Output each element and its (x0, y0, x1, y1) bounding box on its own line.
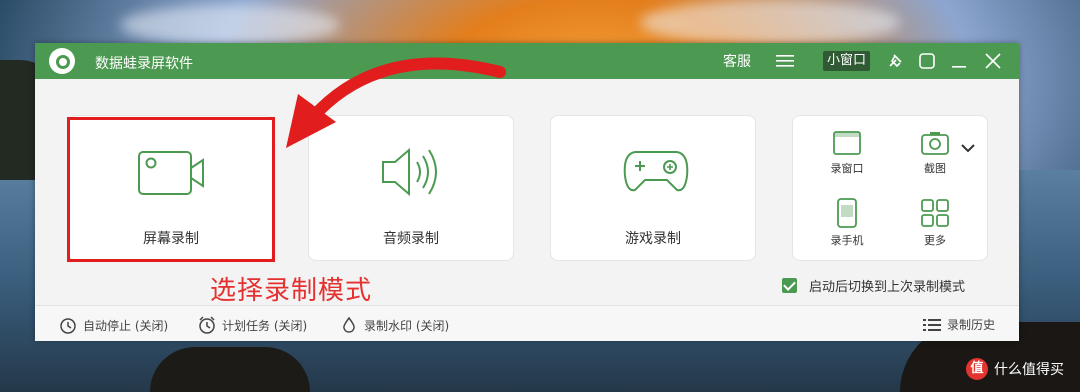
game-recording-label: 游戏录制 (625, 231, 681, 247)
auto-stop-button[interactable]: 自动停止 (关闭) (59, 316, 168, 334)
schedule-button[interactable]: 计划任务 (关闭) (198, 316, 307, 334)
clock-icon (60, 318, 76, 334)
red-arrow-annotation (286, 57, 506, 148)
screenshot-label: 截图 (924, 162, 946, 175)
mini-window-button[interactable]: 小窗口 (823, 51, 871, 71)
checkbox-icon[interactable] (782, 278, 797, 293)
screenshot-tool[interactable]: 截图 (905, 130, 965, 176)
screenshot-icon (921, 132, 949, 155)
record-window-tool[interactable]: 录窗口 (817, 130, 877, 176)
cloud (640, 0, 900, 45)
customer-service-button[interactable]: 客服 (723, 43, 751, 79)
more-tool[interactable]: 更多 (905, 198, 965, 248)
tools-card: 录窗口 截图 录手机 更多 (792, 115, 988, 261)
watermark-logo: 值 (966, 358, 988, 380)
audio-recording-label: 音频录制 (383, 231, 439, 247)
watermark-label: 录制水印 (关闭) (364, 318, 450, 333)
menu-icon[interactable] (775, 43, 795, 79)
highlight-box (67, 117, 275, 262)
app-logo-icon (49, 48, 75, 74)
close-icon[interactable] (983, 43, 1003, 79)
record-window-label: 录窗口 (830, 162, 864, 175)
drop-icon (343, 316, 355, 333)
chevron-down-icon[interactable] (961, 138, 975, 157)
list-icon (923, 318, 941, 331)
window-icon (833, 131, 861, 155)
grid-icon (921, 199, 949, 227)
title-bar: 数据蛙录屏软件 客服 小窗口 (35, 43, 1019, 79)
site-watermark: 值 什么值得买 (966, 358, 1064, 380)
watermark-text: 什么值得买 (994, 362, 1064, 378)
alarm-icon (199, 316, 215, 334)
history-button[interactable]: 录制历史 (923, 316, 995, 333)
watermark-button[interactable]: 录制水印 (关闭) (340, 316, 449, 334)
game-recording-card[interactable]: 游戏录制 (550, 115, 756, 261)
annotation-text: 选择录制模式 (210, 276, 373, 306)
cloud (120, 5, 340, 45)
restore-mode-label: 启动后切换到上次录制模式 (809, 280, 966, 295)
record-phone-tool[interactable]: 录手机 (817, 198, 877, 248)
pin-icon[interactable] (885, 43, 905, 79)
schedule-label: 计划任务 (关闭) (222, 318, 308, 333)
phone-icon (837, 198, 857, 228)
skin-icon[interactable] (917, 43, 937, 79)
app-title: 数据蛙录屏软件 (95, 56, 193, 72)
record-phone-label: 录手机 (830, 234, 864, 247)
more-label: 更多 (924, 234, 946, 247)
minimize-icon[interactable] (949, 43, 969, 79)
bottom-bar: 自动停止 (关闭) 计划任务 (关闭) 录制水印 (关闭) 录制历史 (35, 305, 1019, 341)
rocks (150, 347, 310, 392)
history-label: 录制历史 (947, 318, 996, 332)
auto-stop-label: 自动停止 (关闭) (83, 318, 169, 333)
gamepad-icon (623, 151, 689, 192)
restore-mode-checkbox[interactable]: 启动后切换到上次录制模式 (782, 276, 965, 295)
